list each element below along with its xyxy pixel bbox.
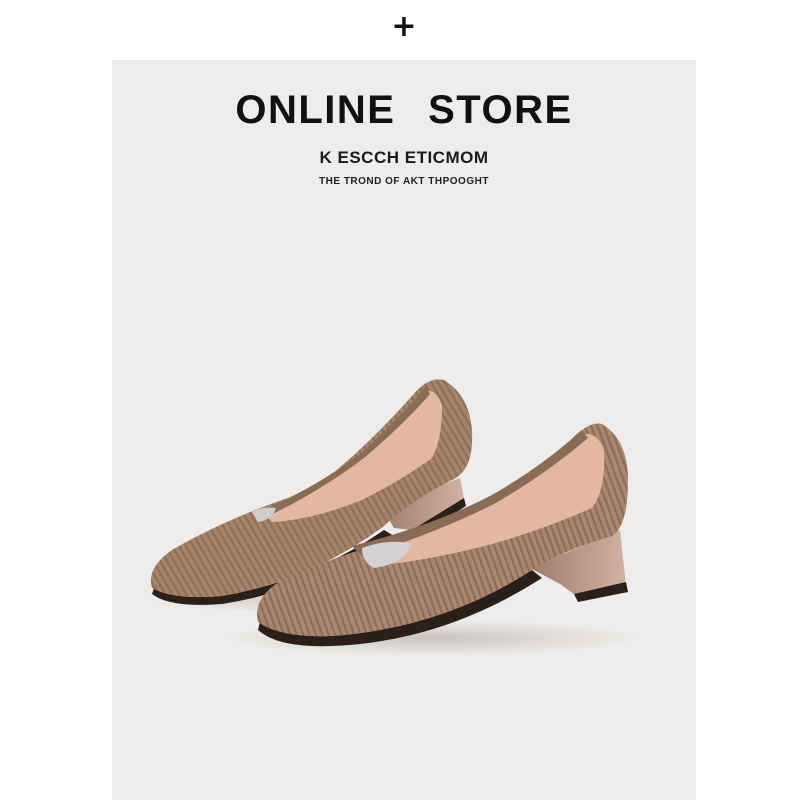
shoe-product-image: [142, 379, 642, 656]
plus-icon[interactable]: +: [391, 12, 417, 42]
product-page: + ONLINE STORE K ESCCH ETICMOM THE TROND…: [0, 0, 800, 800]
product-banner: ONLINE STORE K ESCCH ETICMOM THE TROND O…: [112, 60, 696, 800]
store-tagline: THE TROND OF AKT THPOOGHT: [319, 176, 489, 187]
store-title: ONLINE STORE: [235, 88, 573, 132]
store-subtitle: K ESCCH ETICMOM: [319, 148, 489, 167]
